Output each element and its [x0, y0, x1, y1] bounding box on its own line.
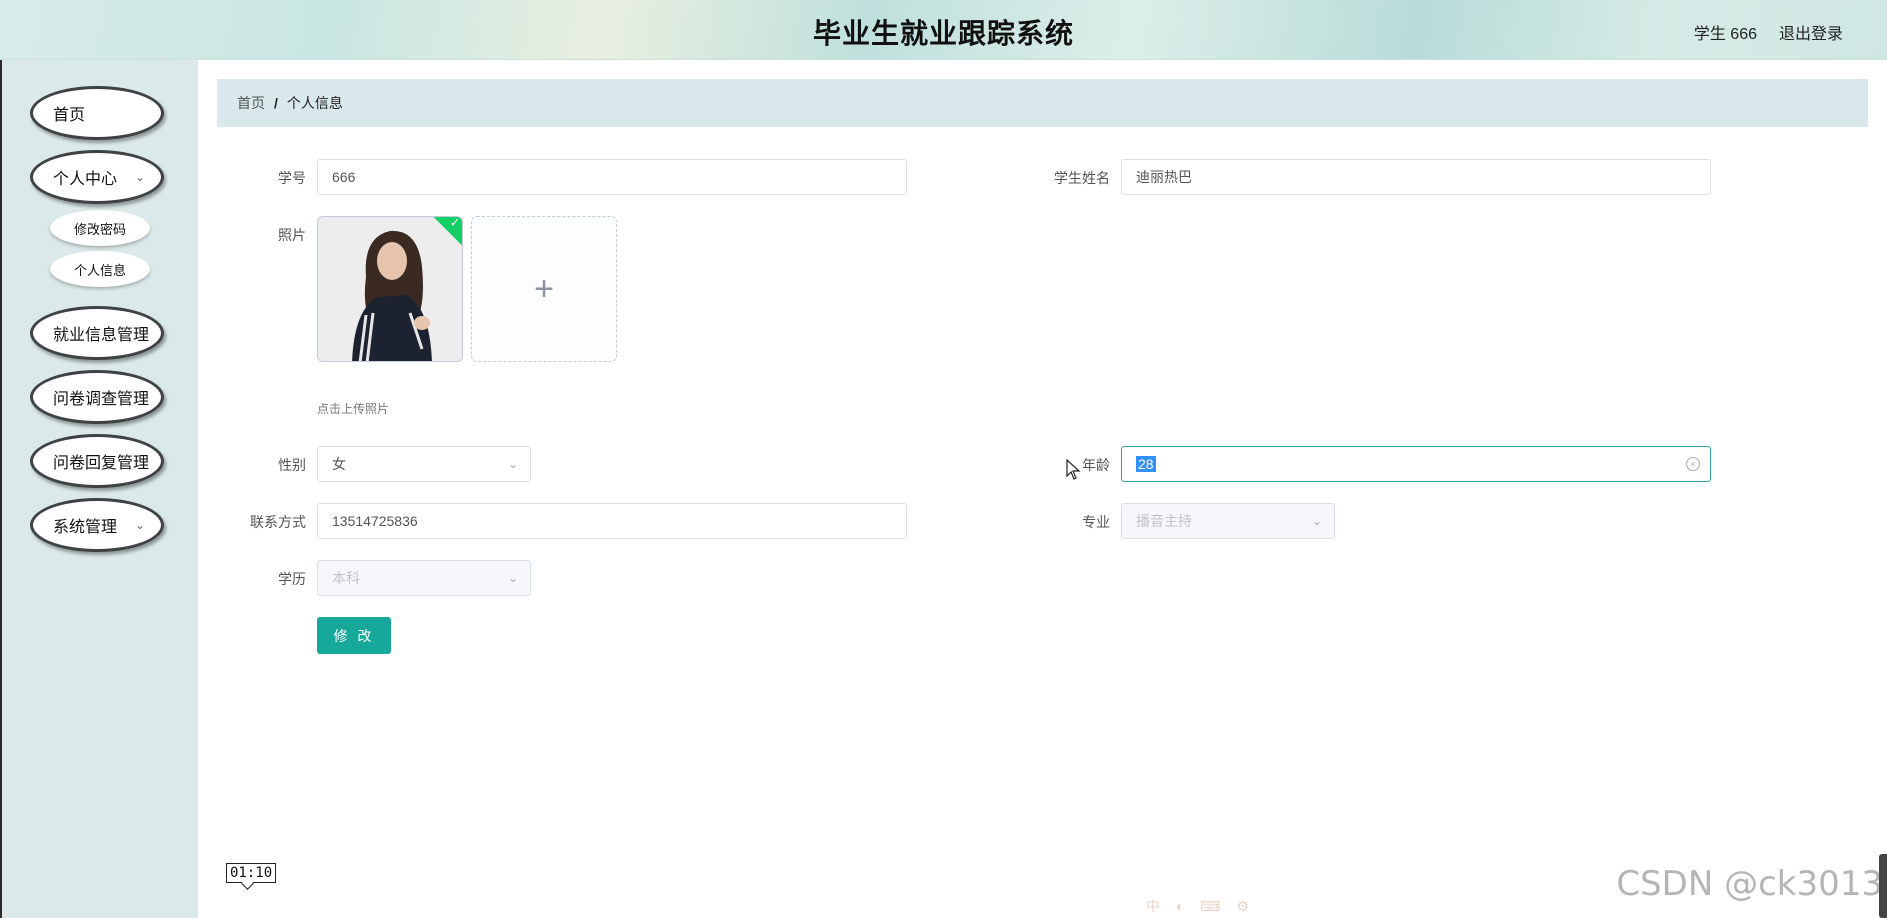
age-value: 28 — [1136, 456, 1156, 472]
upload-hint: 点击上传照片 — [317, 402, 390, 416]
student-id-label: 学号 — [278, 170, 306, 186]
gender-label: 性别 — [278, 457, 306, 473]
sidebar-item-label: 就业信息管理 — [53, 327, 150, 344]
sidebar-item-label: 问卷回复管理 — [53, 455, 150, 472]
major-value: 播音主持 — [1136, 513, 1192, 529]
photo-upload-button[interactable]: + — [471, 216, 617, 362]
breadcrumb-current: 个人信息 — [286, 95, 343, 111]
education-select[interactable]: 本科 ⌄ — [317, 560, 531, 596]
sidebar-item-label: 个人信息 — [73, 262, 126, 278]
logout-link[interactable]: 退出登录 — [1779, 20, 1843, 44]
sidebar-item-system-management[interactable]: 系统管理 ⌄ — [30, 498, 164, 552]
student-id-input[interactable]: 666 — [317, 159, 907, 195]
plus-icon: + — [534, 269, 554, 308]
phone-value: 13514725836 — [332, 513, 418, 529]
student-name-label: 学生姓名 — [1054, 170, 1110, 186]
photo-image — [318, 217, 462, 361]
sidebar-item-home[interactable]: 首页 — [30, 86, 164, 140]
sidebar-item-survey-management[interactable]: 问卷调查管理 — [30, 370, 164, 424]
sidebar-item-label: 修改密码 — [73, 221, 126, 237]
student-photo[interactable]: ✓ — [317, 216, 463, 362]
ime-toolbar: 中 ◐ ⌨ ⚙ — [1146, 898, 1255, 914]
sidebar-item-label: 个人中心 — [53, 171, 118, 188]
watermark: CSDN @ck3013 — [1616, 864, 1883, 904]
sidebar-subitem-change-password[interactable]: 修改密码 — [50, 210, 150, 246]
chevron-down-icon: ⌄ — [1311, 514, 1322, 528]
sidebar-subitem-personal-info[interactable]: 个人信息 — [50, 251, 150, 287]
breadcrumb-separator: / — [274, 95, 278, 111]
education-label: 学历 — [278, 571, 306, 587]
sidebar-item-label: 问卷调查管理 — [53, 391, 150, 408]
sidebar-item-label: 系统管理 — [53, 519, 118, 536]
sidebar-item-personal-center[interactable]: 个人中心 ⌄ — [30, 150, 164, 204]
modify-button[interactable]: 修 改 — [317, 617, 391, 654]
breadcrumb-home[interactable]: 首页 — [237, 93, 265, 113]
sidebar-item-label: 首页 — [53, 107, 86, 124]
chevron-down-icon: ⌄ — [507, 457, 518, 471]
recording-timer: 01:10 — [226, 863, 277, 883]
chevron-down-icon: ⌄ — [134, 170, 145, 184]
scrollbar-handle[interactable] — [1879, 854, 1887, 918]
student-name-value: 迪丽热巴 — [1136, 169, 1192, 185]
check-icon: ✓ — [449, 216, 460, 230]
app-title: 毕业生就业跟踪系统 — [812, 18, 1074, 49]
phone-input[interactable]: 13514725836 — [317, 503, 907, 539]
current-user-label: 学生 666 — [1693, 26, 1757, 43]
gender-value: 女 — [332, 456, 346, 472]
student-name-input[interactable]: 迪丽热巴 — [1121, 159, 1711, 195]
clear-icon[interactable]: × — [1686, 457, 1700, 471]
top-header: 毕业生就业跟踪系统 学生 666 退出登录 — [0, 0, 1887, 60]
sidebar-item-survey-reply-management[interactable]: 问卷回复管理 — [30, 434, 164, 488]
student-id-value: 666 — [332, 169, 356, 185]
major-select[interactable]: 播音主持 ⌄ — [1121, 503, 1335, 539]
sidebar: 首页 个人中心 ⌄ 修改密码 个人信息 就业信息管理 问卷调查管理 问卷回复管理… — [2, 60, 198, 918]
phone-label: 联系方式 — [250, 514, 306, 530]
age-input[interactable]: 28 × — [1121, 446, 1711, 482]
sidebar-item-employment-info[interactable]: 就业信息管理 — [30, 306, 164, 360]
major-label: 专业 — [1082, 514, 1110, 530]
age-label: 年龄 — [1082, 457, 1110, 473]
photo-label: 照片 — [278, 227, 306, 243]
mouse-cursor-icon — [1066, 459, 1081, 480]
education-value: 本科 — [332, 570, 360, 586]
chevron-down-icon: ⌄ — [134, 518, 145, 532]
breadcrumb: 首页 / 个人信息 — [217, 79, 1868, 127]
gender-select[interactable]: 女 ⌄ — [317, 446, 531, 482]
chevron-down-icon: ⌄ — [507, 571, 518, 585]
